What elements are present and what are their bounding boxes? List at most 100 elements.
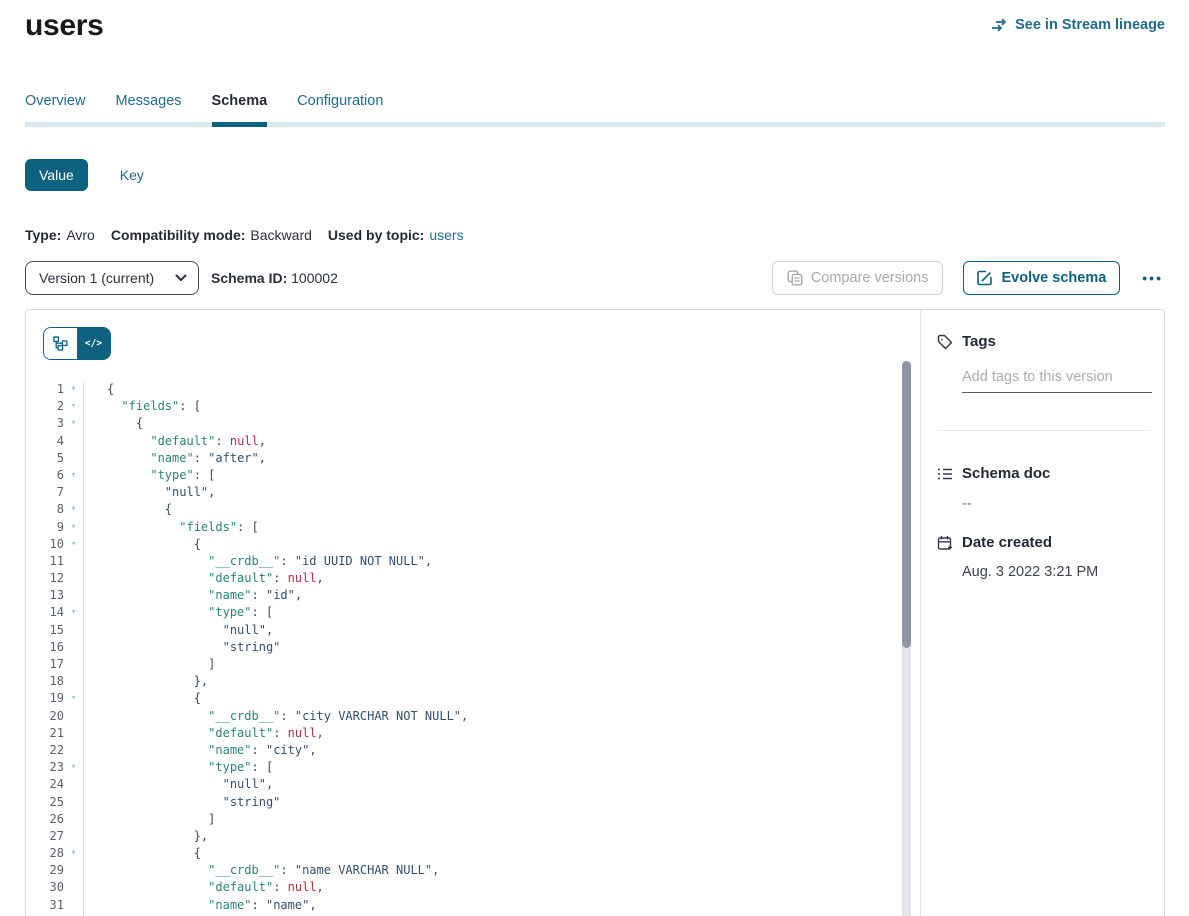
fold-arrow-icon[interactable]: ▾ <box>64 501 83 518</box>
schema-sidebar: Tags Schema doc -- Date created Aug. 3 2… <box>920 310 1164 916</box>
code-text: "name": "after", <box>83 450 920 467</box>
line-number: 11 <box>26 553 64 570</box>
code-line: 5 "name": "after", <box>26 450 920 467</box>
code-line: 12 "default": null, <box>26 570 920 587</box>
line-number: 25 <box>26 794 64 811</box>
value-tab-button[interactable]: Value <box>25 159 88 191</box>
topic-link[interactable]: users <box>429 227 463 243</box>
tags-heading-row: Tags <box>937 333 1150 350</box>
schema-card: </> 1▾{2▾ "fields": [3▾ {4 "default": nu… <box>25 309 1165 916</box>
page-title: users <box>25 9 104 43</box>
fold-arrow-icon[interactable]: ▾ <box>64 845 83 862</box>
code-line: 7 "null", <box>26 484 920 501</box>
code-text: "name": "name", <box>83 897 920 914</box>
meta-label: Compatibility mode: <box>111 227 246 243</box>
fold-spacer <box>64 553 83 570</box>
line-number: 7 <box>26 484 64 501</box>
schema-id: Schema ID: 100002 <box>211 270 338 286</box>
version-select-value: Version 1 (current) <box>39 270 154 286</box>
code-editor[interactable]: 1▾{2▾ "fields": [3▾ {4 "default": null,5… <box>26 381 920 916</box>
stream-lineage-link[interactable]: See in Stream lineage <box>991 17 1165 33</box>
scrollbar-thumb[interactable] <box>902 361 911 648</box>
line-number: 14 <box>26 604 64 621</box>
fold-arrow-icon[interactable]: ▾ <box>64 519 83 536</box>
schema-doc-value: -- <box>962 496 1150 512</box>
meta-value: Backward <box>250 227 311 243</box>
code-line: 20 "__crdb__": "city VARCHAR NOT NULL", <box>26 708 920 725</box>
fold-arrow-icon[interactable]: ▾ <box>64 398 83 415</box>
more-options-button[interactable]: ••• <box>1140 266 1165 290</box>
sidebar-divider <box>937 430 1150 431</box>
tags-input[interactable] <box>962 369 1152 393</box>
code-panel: </> 1▾{2▾ "fields": [3▾ {4 "default": nu… <box>26 310 920 916</box>
code-line: 14▾ "type": [ <box>26 604 920 621</box>
fold-arrow-icon[interactable]: ▾ <box>64 759 83 776</box>
tab-configuration[interactable]: Configuration <box>297 93 383 127</box>
key-tab-button[interactable]: Key <box>114 166 150 184</box>
tab-messages[interactable]: Messages <box>115 93 181 127</box>
chevron-down-icon <box>175 274 187 282</box>
line-number: 28 <box>26 845 64 862</box>
calendar-add-icon <box>937 535 953 551</box>
code-line: 10▾ { <box>26 536 920 553</box>
schema-id-label: Schema ID: <box>211 270 287 286</box>
edit-box-icon <box>977 270 993 286</box>
code-lines: 1▾{2▾ "fields": [3▾ {4 "default": null,5… <box>26 381 920 916</box>
fold-spacer <box>64 879 83 896</box>
code-text: "null", <box>83 622 920 639</box>
version-select[interactable]: Version 1 (current) <box>25 261 199 295</box>
evolve-schema-button[interactable]: Evolve schema <box>963 261 1120 295</box>
code-line: 15 "null", <box>26 622 920 639</box>
fold-spacer <box>64 673 83 690</box>
code-line: 6▾ "type": [ <box>26 467 920 484</box>
compare-versions-button[interactable]: Compare versions <box>772 261 944 295</box>
tab-schema[interactable]: Schema <box>212 93 268 127</box>
line-number: 18 <box>26 673 64 690</box>
tree-view-button[interactable] <box>44 328 77 359</box>
line-number: 21 <box>26 725 64 742</box>
code-text: "string" <box>83 639 920 656</box>
code-line: 9▾ "fields": [ <box>26 519 920 536</box>
line-number: 29 <box>26 862 64 879</box>
code-line: 8▾ { <box>26 501 920 518</box>
fold-spacer <box>64 811 83 828</box>
code-line: 21 "default": null, <box>26 725 920 742</box>
fold-spacer <box>64 433 83 450</box>
meta-item: Type:Avro <box>25 227 95 243</box>
code-text: "default": null, <box>83 725 920 742</box>
line-number: 26 <box>26 811 64 828</box>
fold-arrow-icon[interactable]: ▾ <box>64 467 83 484</box>
code-text: "fields": [ <box>83 519 920 536</box>
code-view-button[interactable]: </> <box>77 328 110 359</box>
code-line: 11 "__crdb__": "id UUID NOT NULL", <box>26 553 920 570</box>
fold-spacer <box>64 794 83 811</box>
code-text: "string" <box>83 794 920 811</box>
code-text: "__crdb__": "name VARCHAR NULL", <box>83 862 920 879</box>
date-created-heading-row: Date created <box>937 534 1150 551</box>
fold-arrow-icon[interactable]: ▾ <box>64 690 83 707</box>
fold-arrow-icon[interactable]: ▾ <box>64 415 83 432</box>
line-number: 20 <box>26 708 64 725</box>
line-number: 22 <box>26 742 64 759</box>
code-text: { <box>83 536 920 553</box>
code-text: ] <box>83 811 920 828</box>
code-text: "type": [ <box>83 759 920 776</box>
line-number: 31 <box>26 897 64 914</box>
code-text: { <box>83 501 920 518</box>
code-text: { <box>83 415 920 432</box>
code-line: 13 "name": "id", <box>26 587 920 604</box>
scrollbar-track[interactable] <box>902 361 911 916</box>
fold-spacer <box>64 828 83 845</box>
meta-item: Used by topic:users <box>328 227 464 243</box>
fold-arrow-icon[interactable]: ▾ <box>64 381 83 398</box>
code-text: "default": null, <box>83 570 920 587</box>
fold-arrow-icon[interactable]: ▾ <box>64 536 83 553</box>
meta-value: Avro <box>66 227 95 243</box>
tab-overview[interactable]: Overview <box>25 93 85 127</box>
date-created-value: Aug. 3 2022 3:21 PM <box>962 564 1150 580</box>
fold-arrow-icon[interactable]: ▾ <box>64 604 83 621</box>
tag-icon <box>937 334 953 350</box>
fold-spacer <box>64 742 83 759</box>
line-number: 13 <box>26 587 64 604</box>
compare-versions-label: Compare versions <box>811 270 929 286</box>
